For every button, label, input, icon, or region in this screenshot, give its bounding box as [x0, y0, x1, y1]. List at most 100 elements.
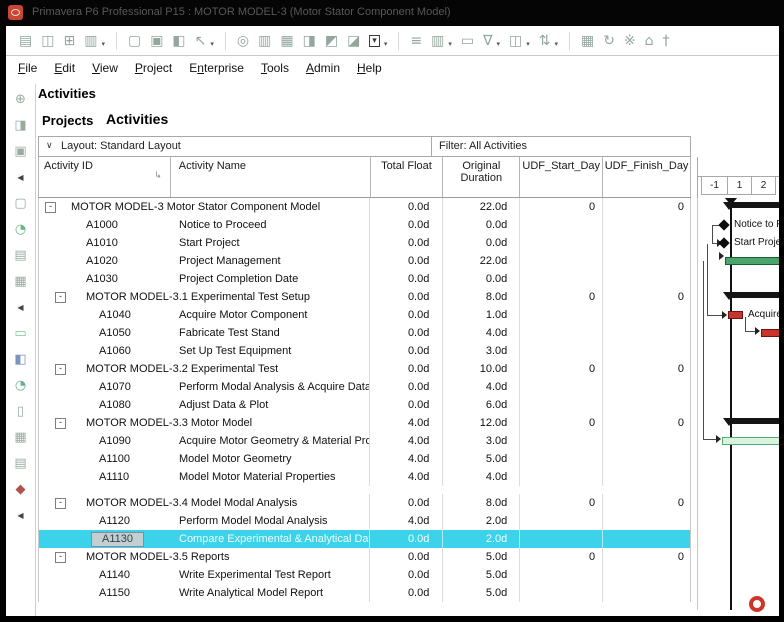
table-row[interactable]: A1150 Write Analytical Model Report 0.0d 5.…	[39, 584, 690, 602]
table-row[interactable]: A1060 Set Up Test Equipment 0.0d 3.0d	[39, 342, 690, 360]
table-row[interactable]: A1000 Notice to Proceed 0.0d 0.0d	[39, 216, 690, 234]
column-header-activity-name[interactable]: Activity Name	[171, 157, 371, 197]
dropdown-caret-icon[interactable]: ▾	[101, 40, 105, 49]
trace-logic-icon[interactable]: †	[663, 33, 670, 49]
column-header-total-float[interactable]: Total Float	[371, 157, 444, 197]
menu-view[interactable]: View	[92, 61, 118, 75]
column-header-udf-start-day[interactable]: UDF_Start_Day	[520, 157, 604, 197]
details-icon[interactable]: ▣	[150, 33, 163, 49]
paste-layout-icon[interactable]: ▣	[14, 144, 26, 159]
paste-icon[interactable]: ◩	[325, 33, 338, 49]
refresh-icon[interactable]: ↻	[603, 33, 615, 49]
menu-help[interactable]: Help	[357, 61, 382, 75]
wbs-icon[interactable]: ▭	[14, 326, 26, 341]
calendar-icon[interactable]: ▦	[14, 430, 26, 445]
collapse-arrow-icon[interactable]: ◀	[17, 300, 23, 315]
collapse-minus-icon[interactable]: -	[55, 552, 66, 563]
wizard-icon[interactable]: ◧	[172, 33, 185, 49]
group-sort-icon[interactable]: ≡	[410, 33, 422, 49]
dropdown-caret-icon[interactable]: ▾	[554, 40, 558, 49]
table-row[interactable]: A1130 Compare Experimental & Analytical D…	[39, 530, 690, 548]
relationships-icon[interactable]: ◪	[347, 33, 360, 49]
gantt-timescale[interactable]: -1 1 2	[697, 157, 779, 198]
task-bar[interactable]	[728, 311, 743, 319]
table-row[interactable]: - MOTOR MODEL-3 Motor Stator Component Mo…	[39, 198, 690, 216]
table-row[interactable]: A1050 Fabricate Test Stand 0.0d 4.0d	[39, 324, 690, 342]
menu-file[interactable]: File	[18, 61, 37, 75]
collapse-minus-icon[interactable]: -	[55, 292, 66, 303]
table-row[interactable]: A1120 Perform Model Modal Analysis 4.0d 2.0…	[39, 512, 690, 530]
task-bar[interactable]	[722, 437, 779, 445]
table-row[interactable]: A1080 Adjust Data & Plot 0.0d 6.0d	[39, 396, 690, 414]
menu-tools[interactable]: Tools	[261, 61, 289, 75]
table-row[interactable]: A1010 Start Project 0.0d 0.0d	[39, 234, 690, 252]
grid-icon[interactable]: ▤	[14, 456, 26, 471]
document-icon[interactable]: ▯	[17, 404, 24, 419]
new-window-icon[interactable]: ▢	[128, 33, 141, 49]
summary-bar[interactable]	[729, 202, 779, 208]
filter-icon[interactable]: ∇	[483, 33, 492, 49]
print-preview-icon[interactable]: ◫	[41, 33, 54, 49]
page-setup-icon[interactable]: ⊞	[63, 33, 75, 49]
table-row[interactable]: A1110 Model Motor Material Properties 4.0d…	[39, 468, 690, 486]
layout-bar[interactable]: ∨ Layout: Standard Layout Filter: All Ac…	[38, 136, 691, 157]
table-row[interactable]: - MOTOR MODEL-3.1 Experimental Test Setup…	[39, 288, 690, 306]
find-icon[interactable]: ◎	[237, 33, 249, 49]
table-row[interactable]: A1090 Acquire Motor Geometry & Material P…	[39, 432, 690, 450]
collapse-minus-icon[interactable]: -	[45, 202, 56, 213]
columns-icon[interactable]: ▥	[431, 33, 444, 49]
table-row[interactable]: A1140 Write Experimental Test Report 0.0d 5…	[39, 566, 690, 584]
collapse-arrow-icon[interactable]: ◀	[17, 170, 23, 185]
activity-details-icon[interactable]: ▭	[461, 33, 474, 49]
collapse-minus-icon[interactable]: -	[55, 418, 66, 429]
timescale-cell[interactable]: 1	[728, 176, 752, 195]
resources-panel-icon[interactable]: ◔	[15, 222, 26, 237]
home-icon[interactable]: ⌂	[645, 33, 654, 49]
table-row[interactable]: - MOTOR MODEL-3.5 Reports 0.0d 5.0d 0 0	[39, 548, 690, 566]
activity-id-edit-cell[interactable]: A1130	[91, 532, 144, 547]
publish-icon[interactable]: ▥	[84, 33, 97, 49]
table-row[interactable]: - MOTOR MODEL-3.2 Experimental Test 0.0d 10…	[39, 360, 690, 378]
frame-icon[interactable]: ▢	[14, 196, 26, 211]
dropdown-caret-icon[interactable]: ▾	[448, 40, 452, 49]
milestone-diamond[interactable]	[718, 219, 730, 231]
spreadsheet-icon[interactable]: ▦	[581, 33, 594, 49]
summary-bar[interactable]	[729, 418, 779, 424]
table-row[interactable]: - MOTOR MODEL-3.3 Motor Model 4.0d 12.0d 0 0	[39, 414, 690, 432]
roles-icon[interactable]: ◔	[15, 378, 26, 393]
dropdown-caret-icon[interactable]: ▾	[384, 40, 388, 49]
sort-icon[interactable]: ⇅	[539, 33, 551, 49]
chevron-down-icon[interactable]: ∨	[46, 140, 53, 151]
menu-project[interactable]: Project	[135, 61, 172, 75]
notebook-icon[interactable]: ▤	[14, 248, 26, 263]
table-row[interactable]: A1030 Project Completion Date 0.0d 0.0d	[39, 270, 690, 288]
issues-icon[interactable]: ◆	[16, 482, 26, 497]
table-row[interactable]: A1040 Acquire Motor Component 0.0d 1.0d	[39, 306, 690, 324]
dropdown-caret-icon[interactable]: ▾	[210, 40, 214, 49]
schedule-icon[interactable]: ▾	[369, 35, 380, 47]
dropdown-caret-icon[interactable]: ▾	[496, 40, 500, 49]
task-bar[interactable]	[725, 257, 779, 265]
reports-icon[interactable]: ▦	[280, 33, 293, 49]
menu-admin[interactable]: Admin	[306, 61, 340, 75]
copy-icon[interactable]: ◨	[303, 33, 316, 49]
menu-edit[interactable]: Edit	[54, 61, 75, 75]
collapse-minus-icon[interactable]: -	[55, 498, 66, 509]
tab-projects[interactable]: Projects	[42, 113, 93, 128]
collapse-arrow-icon[interactable]: ◀	[17, 508, 23, 523]
table-row[interactable]: A1100 Model Motor Geometry 4.0d 5.0d	[39, 450, 690, 468]
column-header-udf-finish-day[interactable]: UDF_Finish_Day	[603, 157, 691, 197]
task-bar[interactable]	[761, 329, 779, 337]
table-row[interactable]: - MOTOR MODEL-3.4 Model Modal Analysis 0.0…	[39, 494, 690, 512]
dropdown-caret-icon[interactable]: ▾	[526, 40, 530, 49]
collapse-minus-icon[interactable]: -	[55, 364, 66, 375]
copy-layout-icon[interactable]: ◨	[14, 118, 26, 133]
timescale-cell[interactable]: 2	[752, 176, 776, 195]
layers-icon[interactable]: ◧	[14, 352, 26, 367]
column-header-original-duration[interactable]: Original Duration	[443, 157, 521, 197]
assign-cursor-icon[interactable]: ↖	[195, 33, 207, 49]
menu-enterprise[interactable]: Enterprise	[189, 61, 244, 75]
add-icon[interactable]: ⊕	[15, 92, 26, 107]
resources-icon[interactable]: ▥	[258, 33, 271, 49]
timescale-cell[interactable]: -1	[701, 176, 728, 195]
